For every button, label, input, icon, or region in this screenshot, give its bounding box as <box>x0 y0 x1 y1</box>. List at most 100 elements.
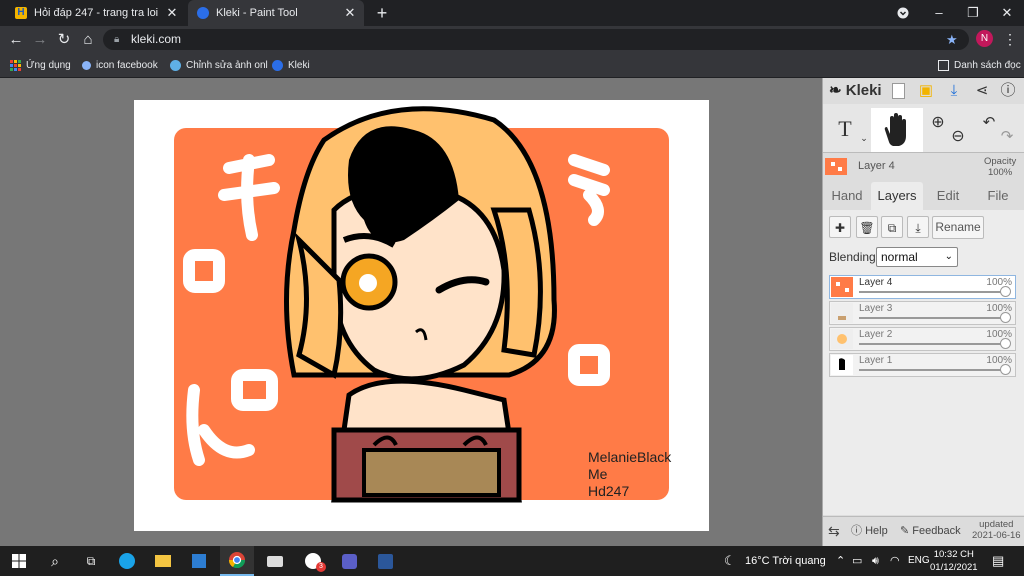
network-icon[interactable]: ▭ <box>852 546 862 576</box>
layer-row-4[interactable]: Layer 4 100% <box>829 275 1016 299</box>
text-tool-icon[interactable]: T <box>830 108 860 150</box>
messenger-icon[interactable]: 3 <box>296 546 330 576</box>
layer-row-2[interactable]: Layer 2 100% <box>829 327 1016 351</box>
new-tab-button[interactable]: + <box>372 2 392 24</box>
home-icon[interactable]: ⌂ <box>77 26 99 53</box>
layer-thumbnail <box>831 303 853 323</box>
tab-hand[interactable]: Hand <box>823 182 871 210</box>
bookmark-apps[interactable]: Ứng dụng <box>10 53 71 77</box>
zoom-in-icon[interactable]: ⊕ <box>928 112 948 134</box>
updated-date: 2021-06-16 <box>972 530 1021 541</box>
download-icon[interactable]: ⤓ <box>944 80 964 102</box>
file-explorer-icon[interactable] <box>146 546 180 576</box>
tab-hoidap[interactable]: H Hỏi đáp 247 - trang tra loi ✕ <box>6 0 186 26</box>
address-bar[interactable] <box>103 29 969 50</box>
clock[interactable]: 10:32 CH 01/12/2021 <box>930 548 978 574</box>
merge-down-button[interactable]: ⤓ <box>907 216 929 238</box>
share-icon[interactable]: ⋖ <box>972 80 992 102</box>
layer-name: Layer 4 <box>859 277 893 288</box>
store-icon[interactable] <box>182 546 216 576</box>
new-image-icon[interactable] <box>888 80 908 102</box>
windows-start-icon[interactable] <box>2 546 36 576</box>
rename-layer-button[interactable]: Rename <box>932 216 984 239</box>
chrome-icon[interactable] <box>220 546 254 576</box>
wifi-icon[interactable]: ◠ <box>890 546 900 576</box>
updated-info[interactable]: updated 2021-06-16 <box>972 519 1021 541</box>
profile-avatar[interactable]: N <box>976 30 993 47</box>
lock-icon[interactable]: 🔒︎ <box>114 29 119 50</box>
hand-tool-icon[interactable] <box>871 108 923 152</box>
feedback-link[interactable]: ✎ Feedback <box>900 522 961 540</box>
url-text[interactable]: kleki.com <box>131 29 181 50</box>
camera-icon[interactable] <box>258 546 292 576</box>
apps-grid-icon <box>10 59 21 71</box>
feedback-icon: ✎ <box>900 525 910 537</box>
restore-icon[interactable]: ❐ <box>956 0 990 26</box>
bookmark-kleki[interactable]: Kleki <box>272 53 310 77</box>
slider-handle[interactable] <box>1000 312 1011 323</box>
save-icon[interactable]: ▣ <box>916 80 936 102</box>
bookmark-photo-edit[interactable]: Chỉnh sửa ảnh onl <box>170 53 268 77</box>
back-icon[interactable]: ← <box>5 26 27 53</box>
layer-opacity-slider[interactable] <box>859 317 1007 319</box>
tab-file[interactable]: File <box>975 182 1021 210</box>
globe-icon <box>82 60 91 70</box>
chevron-down-icon[interactable]: ⌄ <box>858 128 870 148</box>
delete-layer-button[interactable]: 🗑︎ <box>856 216 878 238</box>
tray-chevron-up-icon[interactable]: ⌃ <box>836 546 845 576</box>
edge-icon[interactable] <box>110 546 144 576</box>
opacity-readout[interactable]: Opacity 100% <box>984 156 1016 178</box>
volume-icon[interactable]: 🔊︎ <box>872 546 879 576</box>
help-link[interactable]: ⓘ Help <box>851 522 888 540</box>
tab-search-icon[interactable] <box>886 0 920 26</box>
tab-edit[interactable]: Edit <box>925 182 971 210</box>
close-window-icon[interactable]: ✕ <box>990 0 1024 26</box>
forward-icon[interactable]: → <box>29 26 51 53</box>
bookmark-star-icon[interactable]: ★ <box>946 29 958 50</box>
teams-icon[interactable] <box>332 546 366 576</box>
close-tab-icon[interactable]: ✕ <box>342 5 358 21</box>
tab-layers[interactable]: Layers <box>871 182 923 210</box>
search-icon[interactable]: ⌕ <box>38 546 72 576</box>
reading-list[interactable]: Danh sách đọc <box>938 53 1021 77</box>
language-indicator[interactable]: ENG <box>908 546 930 576</box>
close-tab-icon[interactable]: ✕ <box>164 5 180 21</box>
layer-row-3[interactable]: Layer 3 100% <box>829 301 1016 325</box>
browser-menu-icon[interactable]: ⋮ <box>1002 26 1018 53</box>
bookmark-icon-facebook[interactable]: icon facebook <box>82 53 158 77</box>
layer-row-1[interactable]: Layer 1 100% <box>829 353 1016 377</box>
reload-icon[interactable]: ↻ <box>53 26 75 53</box>
undo-icon[interactable]: ↶ <box>980 112 998 134</box>
layer-opacity-slider[interactable] <box>859 291 1007 293</box>
bookmark-label: Ứng dụng <box>26 59 71 71</box>
task-view-icon[interactable]: ⧉ <box>74 546 108 576</box>
tab-title: Kleki - Paint Tool <box>216 7 298 19</box>
slider-handle[interactable] <box>1000 286 1011 297</box>
zoom-out-icon[interactable]: ⊖ <box>948 126 968 148</box>
minimize-icon[interactable]: – <box>922 0 956 26</box>
duplicate-layer-button[interactable]: ⧉ <box>881 216 903 238</box>
redo-icon[interactable]: ↷ <box>998 126 1016 148</box>
help-icon: ⓘ <box>851 525 862 537</box>
clock-date: 01/12/2021 <box>930 562 978 573</box>
weather-widget[interactable]: 16°C Trời quang <box>745 546 826 576</box>
tab-kleki[interactable]: Kleki - Paint Tool ✕ <box>188 0 364 26</box>
notification-center-icon[interactable]: ▤ <box>992 546 1004 576</box>
chevron-down-icon: ⌄ <box>944 251 953 262</box>
help-circle-icon[interactable]: ⓘ <box>998 80 1018 102</box>
layer-name: Layer 3 <box>859 303 893 314</box>
feedback-label: Feedback <box>912 525 961 537</box>
blending-mode-select[interactable]: normal ⌄ <box>876 247 958 267</box>
add-layer-button[interactable]: ✚ <box>829 216 851 238</box>
layer-thumbnail <box>831 355 853 375</box>
kleki-logo[interactable]: ❧ Kleki <box>829 80 882 102</box>
moon-icon: ☾ <box>724 553 736 568</box>
swap-panel-icon[interactable]: ⇆ <box>828 522 840 540</box>
slider-handle[interactable] <box>1000 338 1011 349</box>
word-icon[interactable] <box>368 546 402 576</box>
layer-opacity-slider[interactable] <box>859 343 1007 345</box>
layer-opacity-slider[interactable] <box>859 369 1007 371</box>
reading-list-label: Danh sách đọc <box>954 59 1021 71</box>
kleki-icon <box>197 7 209 19</box>
slider-handle[interactable] <box>1000 364 1011 375</box>
